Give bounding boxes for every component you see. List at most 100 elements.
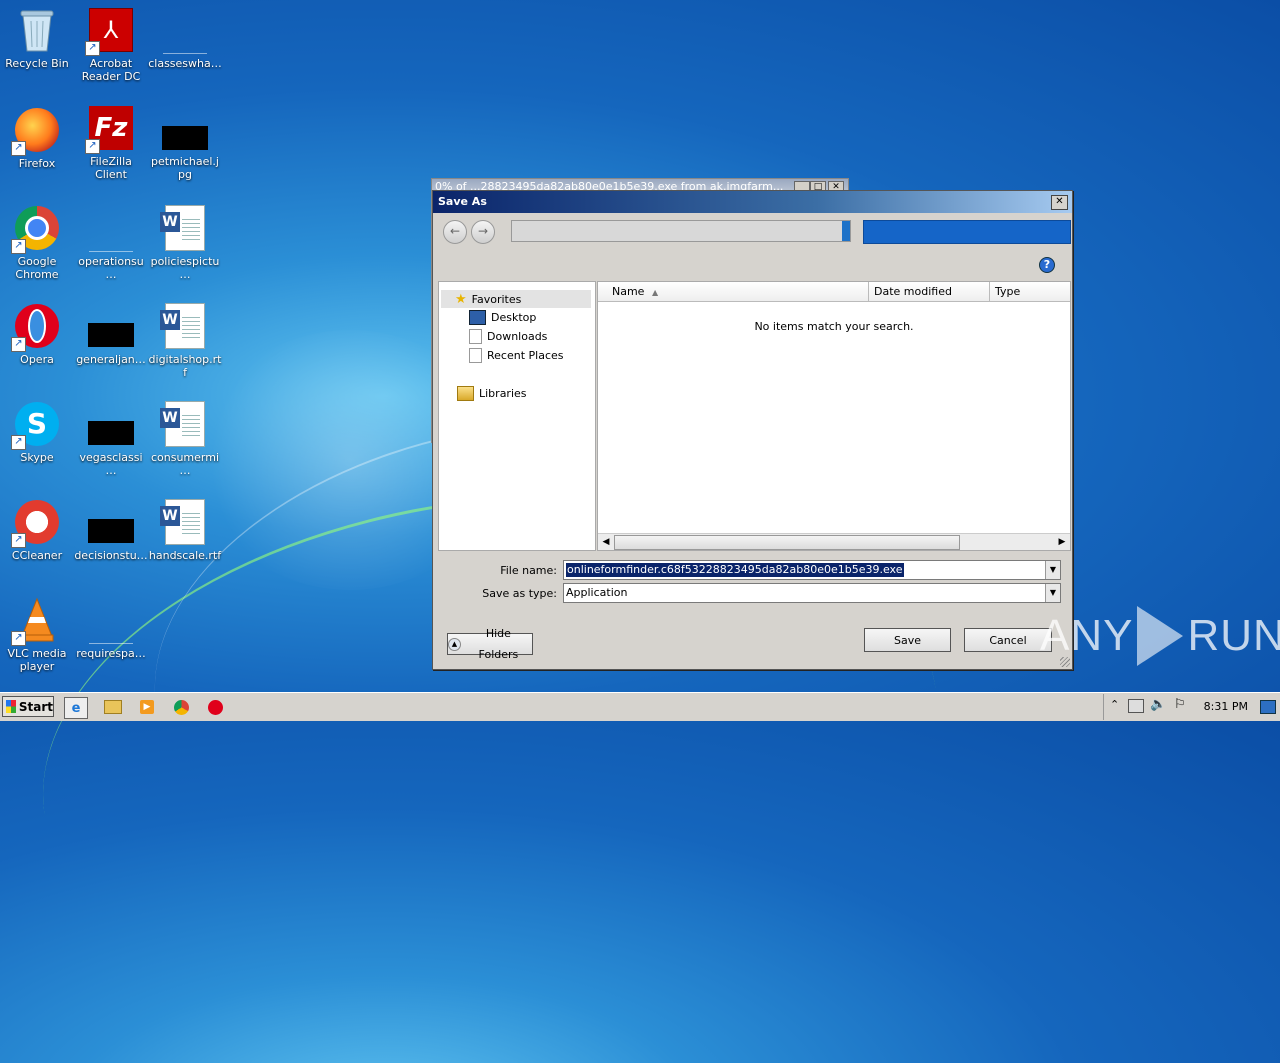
desktop-icon-file[interactable]: decisionstu… [74, 498, 148, 562]
desktop-icon-file[interactable]: classeswha… [148, 6, 222, 70]
nav-label: Favorites [471, 292, 522, 306]
file-icon [87, 302, 135, 350]
file-name-value: onlineformfinder.c68f53228823495da82ab80… [566, 563, 904, 577]
shortcut-arrow-icon: ↗ [11, 631, 26, 646]
save-as-type-select[interactable]: Application ▼ [563, 583, 1061, 603]
nav-desktop[interactable]: Desktop [469, 310, 536, 325]
firefox-icon: ↗ [11, 106, 61, 156]
dialog-title: Save As [433, 191, 1072, 213]
shortcut-arrow-icon: ↗ [85, 41, 100, 56]
opera-taskbar-icon[interactable] [204, 697, 226, 717]
volume-icon[interactable]: 🔈 [1150, 697, 1166, 712]
desktop-icon-word-doc[interactable]: W consumermi… [148, 400, 222, 477]
desktop-icon-word-doc[interactable]: W policiespictu… [148, 204, 222, 281]
start-button[interactable]: Start [2, 696, 54, 717]
desktop-icon-file[interactable]: operationsu… [74, 204, 148, 281]
media-player-icon[interactable]: ▶ [136, 697, 158, 717]
desktop-icon-image-file[interactable]: petmichael.jpg [148, 104, 222, 181]
help-icon[interactable]: ? [1039, 257, 1055, 273]
shortcut-arrow-icon: ↗ [85, 139, 100, 154]
file-list[interactable]: Name ▲ Date modified Type No items match… [597, 281, 1071, 551]
icon-label: Recycle Bin [5, 57, 69, 70]
opera-icon: ↗ [11, 302, 61, 352]
desktop-icon-vlc[interactable]: ↗ VLC media player [0, 596, 74, 673]
network-icon[interactable] [1128, 699, 1144, 713]
back-button[interactable]: ← [443, 220, 467, 244]
scroll-right-icon[interactable]: ▶ [1055, 535, 1069, 549]
horizontal-scrollbar[interactable]: ◀ ▶ [598, 533, 1070, 550]
navigation-pane: ★ Favorites Desktop Downloads Recent Pla… [438, 281, 596, 551]
word-document-icon: W [160, 302, 209, 350]
desktop-icon-filezilla[interactable]: Fz ↗ FileZilla Client [74, 104, 148, 181]
star-icon: ★ [455, 291, 467, 307]
address-dropdown[interactable] [842, 221, 850, 241]
image-file-icon [161, 104, 209, 152]
scroll-left-icon[interactable]: ◀ [599, 535, 613, 549]
icon-label: policiespictu… [150, 255, 220, 281]
icon-label: vegasclassi… [79, 451, 143, 477]
icon-label: Opera [20, 353, 54, 366]
shortcut-arrow-icon: ↗ [11, 141, 26, 156]
desktop-icon-skype[interactable]: S ↗ Skype [0, 400, 74, 464]
desktop-icon-word-doc[interactable]: W digitalshop.rtf [148, 302, 222, 379]
save-as-type-value: Application [566, 586, 628, 599]
desktop-icon-opera[interactable]: ↗ Opera [0, 302, 74, 366]
filezilla-icon: Fz ↗ [85, 104, 135, 154]
system-tray: ⌃ 🔈 ⚐ 8:31 PM [1103, 694, 1280, 720]
column-header-name[interactable]: Name ▲ [598, 282, 869, 302]
column-header-type[interactable]: Type [990, 282, 1070, 302]
desktop-icon-file[interactable]: generaljan… [74, 302, 148, 366]
save-as-dialog[interactable]: Save As ✕ ← → ? ★ Favorites Desktop Down… [432, 190, 1073, 670]
chevron-down-icon[interactable]: ▼ [1045, 584, 1060, 602]
desktop-icon-file[interactable]: requirespa… [74, 596, 148, 660]
shortcut-arrow-icon: ↗ [11, 239, 26, 254]
close-button[interactable]: ✕ [1051, 195, 1068, 210]
column-label: Type [995, 285, 1021, 298]
desktop-icon-recycle-bin[interactable]: Recycle Bin [0, 6, 74, 70]
internet-explorer-icon[interactable]: e [64, 697, 88, 719]
icon-label: classeswha… [148, 57, 222, 70]
desktop-icon-chrome[interactable]: ↗ Google Chrome [0, 204, 74, 281]
show-hidden-icons-icon[interactable]: ⌃ [1110, 698, 1119, 711]
save-as-type-label: Save as type: [482, 587, 557, 600]
column-header-date-modified[interactable]: Date modified [869, 282, 990, 302]
start-label: Start [18, 699, 53, 714]
nav-label: Desktop [491, 311, 537, 324]
action-center-flag-icon[interactable]: ⚐ [1174, 697, 1186, 712]
recent-places-icon [469, 348, 482, 363]
taskbar: Start e ▶ ⌃ 🔈 ⚐ 8:31 PM [0, 692, 1280, 721]
button-label: Hide Folders [478, 627, 519, 661]
hide-folders-button[interactable]: ▲ Hide Folders [447, 627, 533, 661]
desktop-icon-firefox[interactable]: ↗ Firefox [0, 106, 74, 170]
file-icon [87, 596, 135, 644]
icon-label: Acrobat Reader DC [81, 57, 141, 83]
libraries-icon [457, 386, 474, 401]
nav-recent-places[interactable]: Recent Places [469, 348, 564, 363]
watermark-text: RUN [1187, 611, 1280, 660]
desktop-icon-acrobat[interactable]: ⅄ ↗ Acrobat Reader DC [74, 6, 148, 83]
explorer-folder-icon[interactable] [102, 697, 124, 717]
play-icon [1137, 606, 1184, 666]
show-desktop-icon[interactable] [1260, 700, 1276, 714]
desktop-icon-ccleaner[interactable]: ↗ CCleaner [0, 498, 74, 562]
desktop-icon-file[interactable]: vegasclassi… [74, 400, 148, 477]
cancel-button[interactable]: Cancel [964, 628, 1052, 652]
file-name-input[interactable]: onlineformfinder.c68f53228823495da82ab80… [563, 560, 1061, 580]
nav-downloads[interactable]: Downloads [469, 329, 547, 344]
nav-libraries[interactable]: Libraries [457, 386, 527, 401]
chrome-taskbar-icon[interactable] [170, 697, 192, 717]
save-button[interactable]: Save [864, 628, 951, 652]
address-bar[interactable] [511, 220, 851, 242]
search-box[interactable] [863, 220, 1071, 244]
nav-label: Recent Places [487, 349, 564, 362]
clock[interactable]: 8:31 PM [1204, 700, 1248, 713]
nav-favorites[interactable]: ★ Favorites [441, 290, 591, 308]
icon-label: digitalshop.rtf [148, 353, 222, 379]
sort-up-icon: ▲ [651, 288, 659, 297]
desktop-icon-word-doc[interactable]: W handscale.rtf [148, 498, 222, 562]
ccleaner-icon: ↗ [11, 498, 61, 548]
forward-button[interactable]: → [471, 220, 495, 244]
chevron-down-icon[interactable]: ▼ [1045, 561, 1060, 579]
file-icon [87, 204, 135, 252]
scrollbar-thumb[interactable] [614, 535, 960, 550]
